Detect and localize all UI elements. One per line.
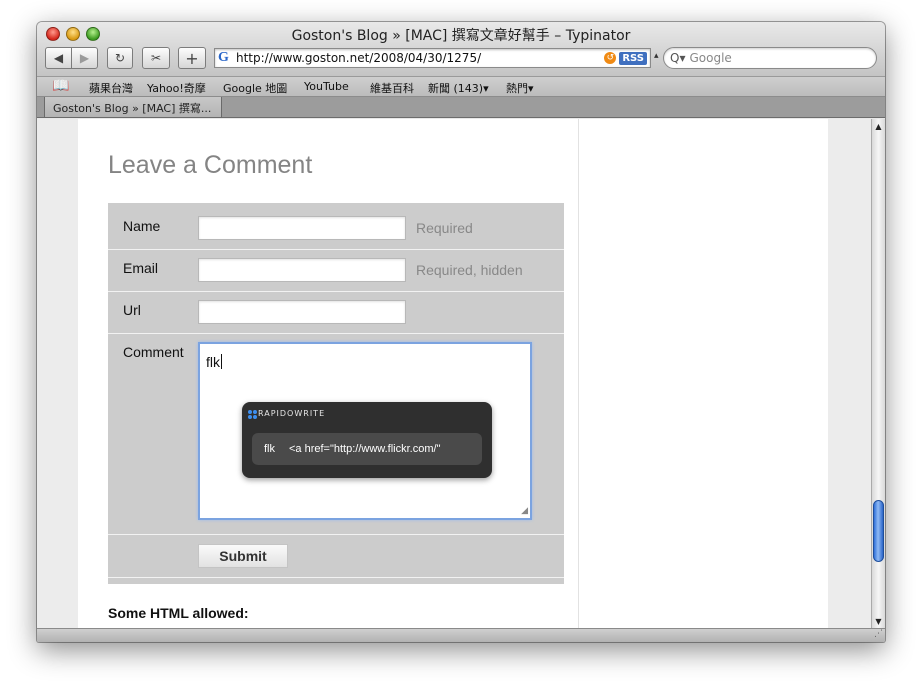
- bookmark-youtube[interactable]: YouTube: [304, 80, 349, 93]
- name-label: Name: [123, 218, 161, 234]
- html-allowed-heading: Some HTML allowed:: [108, 605, 249, 621]
- text-caret: [221, 354, 222, 369]
- page-title: Leave a Comment: [108, 151, 313, 179]
- window-title: Goston's Blog » [MAC] 撰寫文章好幫手 – Typinato…: [291, 28, 631, 44]
- url-field[interactable]: [198, 300, 406, 324]
- search-icon[interactable]: Q▾: [670, 51, 685, 65]
- webclip-button[interactable]: ✂: [142, 47, 170, 69]
- scroll-thumb[interactable]: [873, 500, 884, 562]
- comment-text: flk: [206, 354, 222, 370]
- url-menu-icon[interactable]: ▴: [654, 51, 659, 61]
- scissors-icon: ✂: [150, 51, 162, 65]
- address-bar[interactable]: G http://www.goston.net/2008/04/30/1275/…: [214, 48, 651, 68]
- plus-icon: +: [185, 48, 199, 68]
- email-row: Email Required, hidden: [108, 250, 564, 292]
- forward-button[interactable]: ▶: [71, 47, 98, 69]
- back-arrow-icon: ◀: [53, 51, 64, 65]
- tab-bar: Goston's Blog » [MAC] 撰寫...: [37, 97, 885, 118]
- bookmark-google-maps[interactable]: Google 地圖: [223, 80, 287, 96]
- reload-button[interactable]: ↻: [107, 47, 133, 69]
- browser-window: Goston's Blog » [MAC] 撰寫文章好幫手 – Typinato…: [37, 22, 885, 642]
- web-content: Leave a Comment Name Required Email Requ…: [37, 119, 871, 628]
- snapback-icon[interactable]: ↺: [604, 52, 617, 64]
- scroll-up-arrow-icon[interactable]: ▲: [872, 119, 885, 133]
- google-favicon-icon: G: [218, 50, 229, 65]
- email-hint: Required, hidden: [416, 262, 523, 278]
- bookmarks-bar: 📖 蘋果台灣 Yahoo!奇摩 Google 地圖 YouTube 維基百科 新…: [37, 76, 885, 97]
- comment-label: Comment: [123, 344, 184, 360]
- title-bar: Goston's Blog » [MAC] 撰寫文章好幫手 – Typinato…: [37, 22, 885, 76]
- vertical-scrollbar[interactable]: ▲ ▼: [871, 119, 885, 628]
- search-input[interactable]: Google: [689, 51, 731, 65]
- bookmark-wikipedia[interactable]: 維基百科: [370, 80, 414, 96]
- reload-icon: ↻: [114, 51, 126, 65]
- forward-arrow-icon: ▶: [79, 51, 90, 65]
- bookmark-apple-taiwan[interactable]: 蘋果台灣: [89, 80, 133, 96]
- status-bar: ⋰: [37, 628, 885, 642]
- comment-form: Name Required Email Required, hidden Url…: [108, 203, 564, 584]
- comment-textarea[interactable]: flk ◢ RAPIDOWRITE flk <a href="http://ww…: [198, 342, 532, 520]
- rapidowrite-brand: RAPIDOWRITE: [258, 409, 326, 418]
- tab-gostons-blog[interactable]: Goston's Blog » [MAC] 撰寫...: [44, 97, 222, 118]
- sidebar-divider: [578, 119, 579, 628]
- bookmark-popular-folder[interactable]: 熱門▾: [506, 80, 534, 96]
- comment-row: Comment flk ◢ RAPIDOWRITE flk <a href="h…: [108, 334, 564, 535]
- add-bookmark-button[interactable]: +: [178, 47, 206, 69]
- back-button[interactable]: ◀: [45, 47, 72, 69]
- window-resize-grip-icon[interactable]: ⋰: [874, 629, 883, 639]
- rapidowrite-popup: RAPIDOWRITE flk <a href="http://www.flic…: [242, 402, 492, 478]
- address-input[interactable]: http://www.goston.net/2008/04/30/1275/: [236, 51, 604, 65]
- url-row: Url: [108, 292, 564, 334]
- rapidowrite-suggestion[interactable]: flk <a href="http://www.flickr.com/": [252, 433, 482, 465]
- bookmark-news-folder[interactable]: 新聞 (143)▾: [428, 80, 489, 96]
- name-row: Name Required: [108, 203, 564, 250]
- resize-grip-icon[interactable]: ◢: [521, 506, 528, 516]
- url-label: Url: [123, 302, 141, 318]
- email-label: Email: [123, 260, 159, 276]
- suggestion-expansion: <a href="http://www.flickr.com/": [289, 443, 441, 455]
- submit-row: Submit: [108, 535, 564, 578]
- bookmark-yahoo[interactable]: Yahoo!奇摩: [147, 80, 206, 96]
- suggestion-abbreviation: flk: [264, 443, 275, 455]
- page-column: Leave a Comment Name Required Email Requ…: [78, 119, 828, 628]
- search-field[interactable]: Q▾ Google: [663, 47, 877, 69]
- scroll-down-arrow-icon[interactable]: ▼: [872, 614, 885, 628]
- submit-button[interactable]: Submit: [198, 544, 288, 568]
- email-field[interactable]: [198, 258, 406, 282]
- name-field[interactable]: [198, 216, 406, 240]
- rss-badge[interactable]: RSS: [619, 51, 647, 65]
- name-hint: Required: [416, 220, 473, 236]
- rapidowrite-logo-icon: [248, 410, 257, 419]
- book-icon[interactable]: 📖: [52, 78, 69, 94]
